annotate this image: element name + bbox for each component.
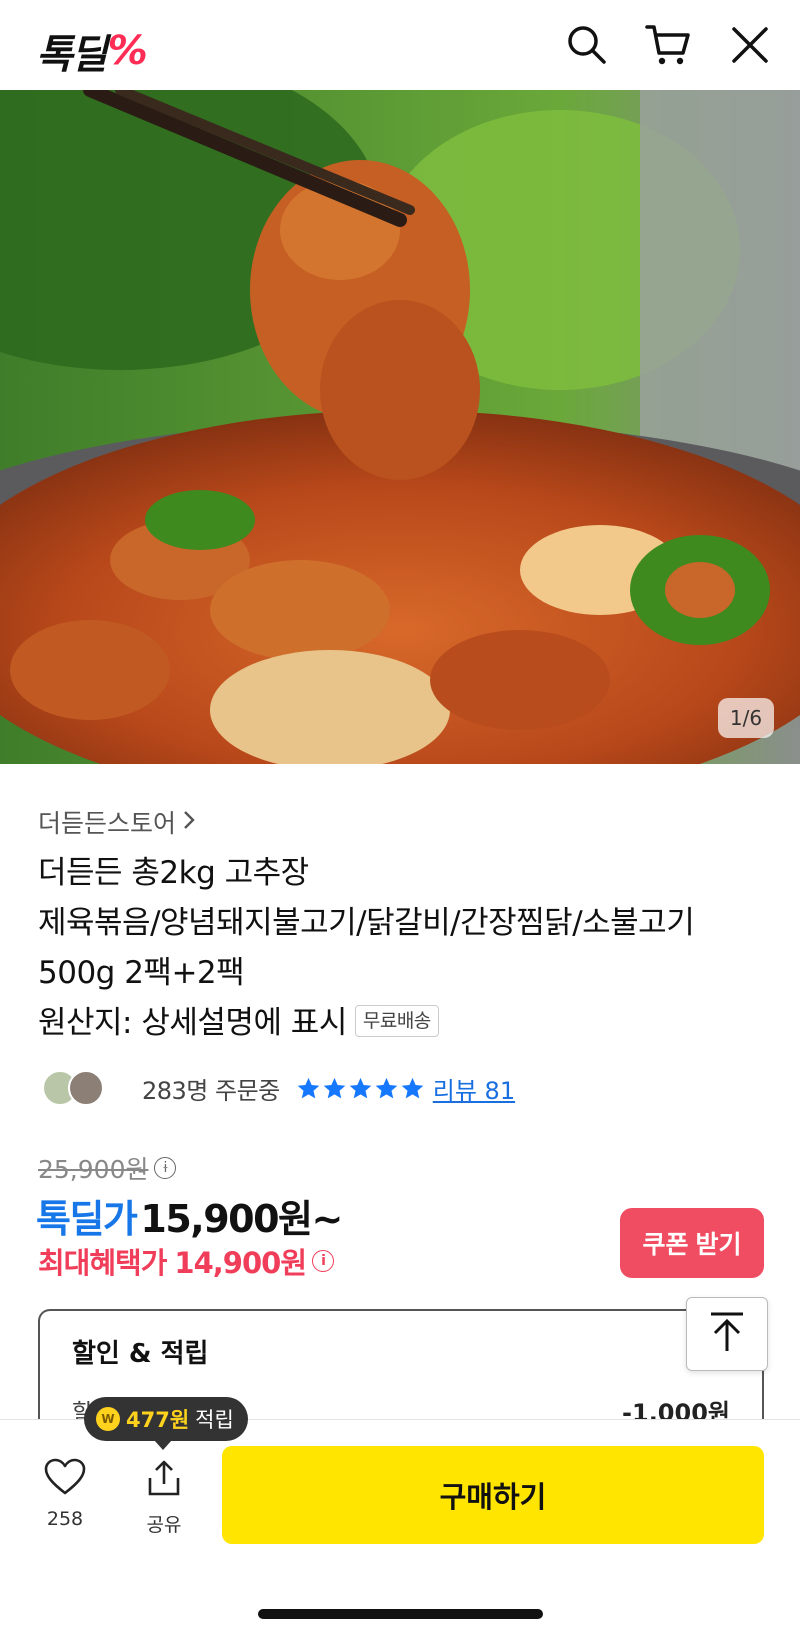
share-button[interactable]: 공유: [129, 1458, 199, 1537]
like-count: 258: [46, 1508, 84, 1530]
rating-stars: [296, 1076, 425, 1101]
star-icon: [401, 1077, 424, 1098]
max-benefit-price: 최대혜택가 14,900원 i: [38, 1240, 334, 1282]
info-icon[interactable]: i: [154, 1157, 177, 1179]
scroll-to-top-button[interactable]: [686, 1297, 768, 1371]
free-shipping-badge: 무료배송: [354, 1004, 439, 1037]
title-line: 제육볶음/양념돼지불고기/닭갈비/간장찜닭/소불고기: [38, 905, 695, 941]
buyer-avatars: [42, 1068, 114, 1108]
original-price: 25,900원 i: [38, 1150, 177, 1186]
deal-price: 톡딜가 15,900원~: [36, 1188, 343, 1243]
title-line-origin: 원산지: 상세설명에 표시 무료배송: [38, 998, 768, 1048]
logo-text: 톡딜: [36, 32, 108, 78]
like-button[interactable]: 258: [30, 1458, 100, 1530]
coupon-button[interactable]: 쿠폰 받기: [620, 1208, 764, 1278]
star-icon: [297, 1077, 320, 1098]
star-icon: [323, 1077, 346, 1098]
arrow-up-icon: [708, 1311, 746, 1357]
star-icon: [349, 1077, 372, 1098]
star-icon: [375, 1077, 398, 1098]
cart-icon[interactable]: [643, 20, 693, 70]
max-benefit-label: 최대혜택가: [38, 1246, 167, 1280]
share-label: 공유: [146, 1514, 182, 1536]
image-counter: 1/6: [718, 698, 774, 738]
app-header: 톡딜%: [0, 0, 800, 90]
title-line: 500g 2팩+2팩: [38, 955, 245, 991]
search-icon[interactable]: [562, 20, 612, 70]
close-icon[interactable]: [725, 20, 775, 70]
order-count: 283명 주문중: [142, 1076, 280, 1105]
store-link[interactable]: 더듣든스토어: [38, 804, 196, 840]
talkdeal-logo[interactable]: 톡딜%: [36, 22, 148, 80]
max-benefit-value: 14,900원: [174, 1246, 307, 1280]
points-tooltip: W 477원 적립: [84, 1397, 248, 1450]
product-image[interactable]: [0, 90, 800, 764]
title-line: 원산지: 상세설명에 표시: [38, 1005, 347, 1041]
heart-icon: [44, 1458, 86, 1500]
social-proof-row: 283명 주문중 리뷰 81: [42, 1068, 515, 1108]
bottom-action-bar: 258 공유 구매하기: [0, 1419, 800, 1635]
share-icon: [144, 1458, 184, 1502]
original-price-value: 25,900원: [38, 1155, 149, 1184]
logo-percent: %: [107, 28, 148, 74]
chevron-right-icon: [182, 808, 196, 837]
deal-price-value: 15,900원~: [140, 1197, 343, 1241]
points-amount: 477원: [126, 1408, 190, 1432]
coin-icon: W: [96, 1407, 120, 1431]
home-indicator: [258, 1609, 543, 1619]
review-link[interactable]: 리뷰 81: [433, 1071, 515, 1106]
buy-button[interactable]: 구매하기: [222, 1446, 764, 1544]
points-suffix: 적립: [195, 1408, 234, 1432]
avatar: [68, 1070, 104, 1106]
product-title: 더듣든 총2kg 고추장 제육볶음/양념돼지불고기/닭갈비/간장찜닭/소불고기 …: [38, 848, 768, 1048]
title-line: 더듣든 총2kg 고추장: [38, 855, 309, 891]
discount-title: 할인 & 적립: [72, 1339, 209, 1369]
info-icon[interactable]: i: [312, 1250, 334, 1272]
deal-label: 톡딜가: [36, 1197, 138, 1241]
store-name: 더듣든스토어: [38, 809, 177, 838]
